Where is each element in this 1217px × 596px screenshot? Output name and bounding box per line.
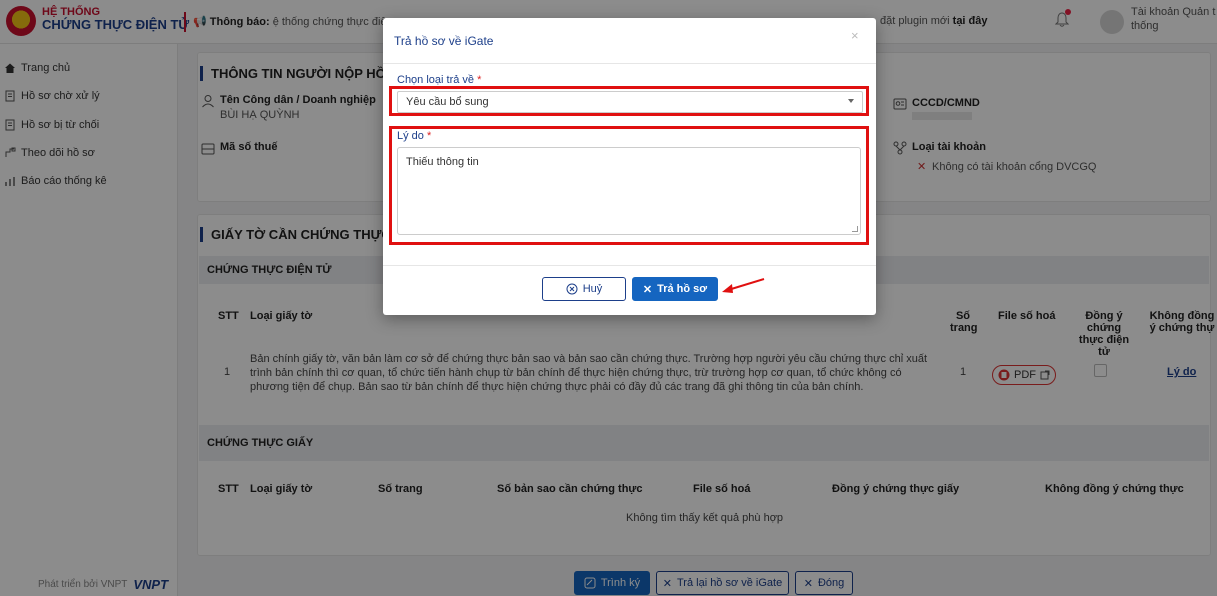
return-type-label-text: Chọn loại trả về	[397, 74, 475, 86]
highlight-reason	[389, 126, 869, 245]
required-mark: *	[477, 74, 482, 86]
highlight-return-type	[389, 86, 869, 116]
return-type-label: Chọn loại trả về *	[397, 74, 481, 86]
modal-header-divider	[383, 63, 876, 64]
submit-return-button[interactable]: ✕ Trả hồ sơ	[632, 277, 718, 301]
cancel-button-label: Huỷ	[582, 283, 603, 295]
modal-footer-divider	[383, 265, 876, 266]
submit-return-label: Trả hồ sơ	[657, 283, 708, 295]
cancel-circle-icon	[566, 283, 578, 295]
cancel-button[interactable]: Huỷ	[542, 277, 626, 301]
annotation-arrow-icon	[722, 278, 765, 293]
close-icon: ✕	[642, 283, 653, 296]
modal-title: Trả hồ sơ về iGate	[394, 34, 494, 48]
modal-close-icon[interactable]: ×	[851, 28, 859, 43]
